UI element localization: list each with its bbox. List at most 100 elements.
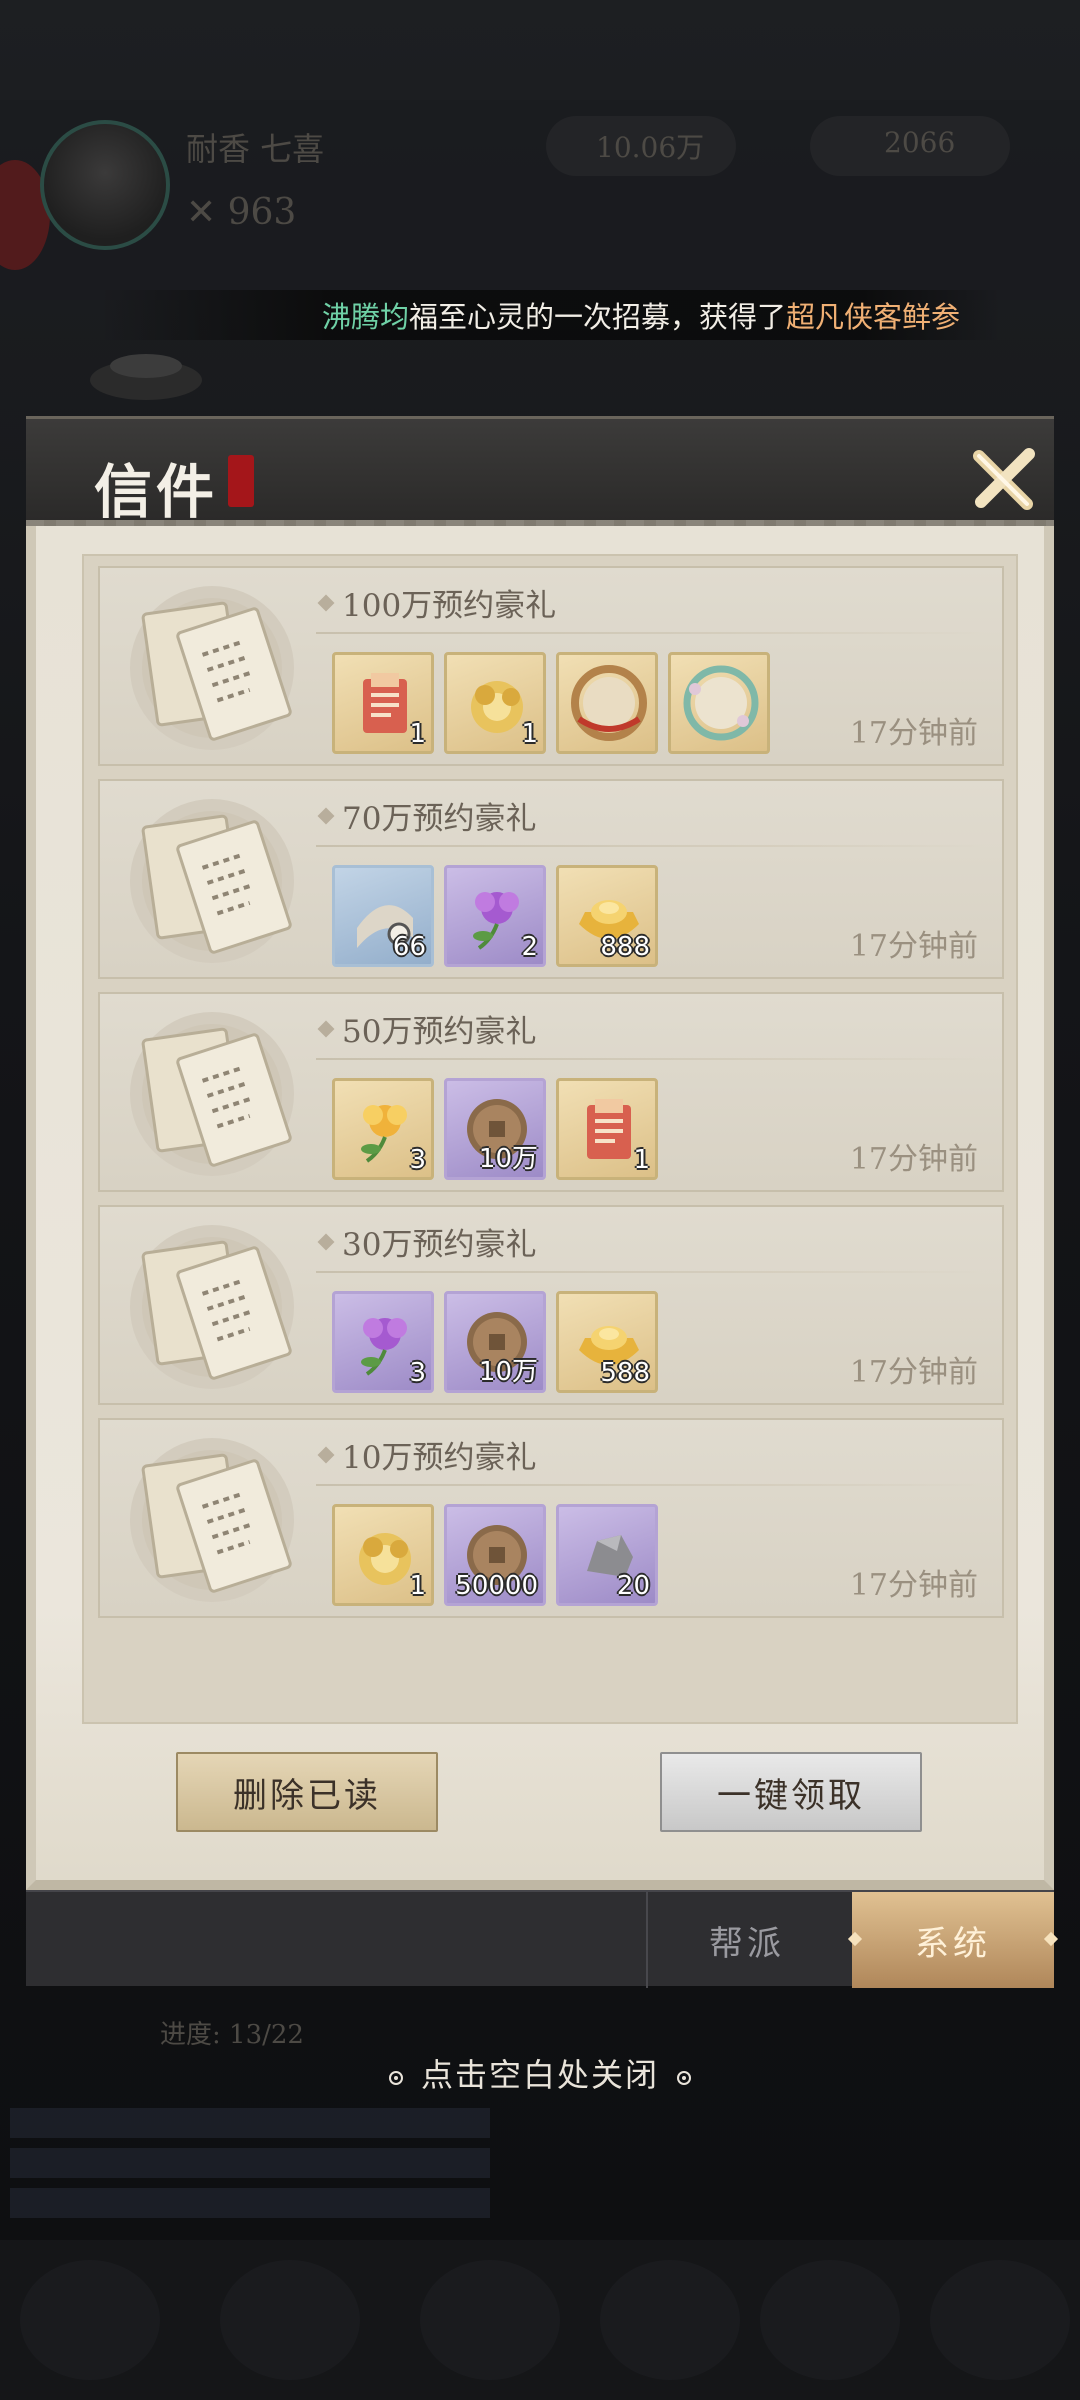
marquee-item-name: 超凡侠客鲜参 [785, 300, 960, 334]
reward-item[interactable]: 1 [444, 652, 546, 754]
player-avatar [40, 120, 170, 250]
mail-title: 70万预约豪礼 [317, 793, 537, 838]
reward-item[interactable]: 3 [332, 1291, 434, 1393]
hint-dot-icon [388, 2070, 403, 2085]
mail-title: 30万预约豪礼 [317, 1219, 537, 1264]
dialog-title: 信件 [94, 458, 219, 526]
player-name-label: 耐香 七喜 [186, 130, 325, 168]
reward-count: 20 [616, 1571, 650, 1601]
tab-system[interactable]: 系统 [852, 1892, 1054, 1988]
reward-item[interactable]: 1 [332, 652, 434, 754]
letter-icon [130, 1438, 294, 1602]
reward-count: 66 [392, 932, 426, 962]
reward-item[interactable]: 66 [332, 865, 434, 967]
mail-item[interactable]: 100万预约豪礼 17分钟前 1 1 [98, 566, 1004, 766]
diamond-bullet-icon [317, 594, 335, 611]
mail-dialog: 信件 100万预约豪礼 17分钟前 1 1 70万预约豪礼 17分钟前 66 2 888 50万预… [26, 354, 1054, 1890]
nav-slot [220, 2260, 360, 2380]
progress-text: 进度: 13/22 [160, 2020, 304, 2050]
reward-count: 3 [409, 1145, 426, 1175]
nav-slot [600, 2260, 740, 2380]
reward-item[interactable] [668, 652, 770, 754]
reward-count: 10万 [478, 1144, 538, 1174]
reward-item[interactable]: 10万 [444, 1291, 546, 1393]
reward-item[interactable]: 888 [556, 865, 658, 967]
mail-time: 17分钟前 [849, 716, 978, 751]
delete-read-button[interactable]: 删除已读 [176, 1752, 438, 1832]
mail-title-text: 30万预约豪礼 [342, 1227, 537, 1263]
nav-slot [760, 2260, 900, 2380]
title-divider [316, 1484, 986, 1486]
diamond-bullet-icon [317, 807, 335, 824]
letter-icon [130, 799, 294, 963]
tap-to-close-hint[interactable]: 点击空白处关闭 [0, 2050, 1080, 2096]
close-hint-text: 点击空白处关闭 [420, 2056, 659, 2094]
currency-value-1: 10.06万 [596, 131, 705, 164]
reward-count: 1 [633, 1145, 650, 1175]
title-divider [316, 1058, 986, 1060]
diamond-bullet-icon [317, 1446, 335, 1463]
mail-item[interactable]: 10万预约豪礼 17分钟前 1 50000 20 [98, 1418, 1004, 1618]
mail-title: 50万预约豪礼 [317, 1006, 537, 1051]
broadcast-marquee: 沸腾均 福至心灵的一次招募，获得了 超凡侠客鲜参 [100, 290, 1000, 340]
reward-item[interactable] [556, 652, 658, 754]
mail-item[interactable]: 70万预约豪礼 17分钟前 66 2 888 [98, 779, 1004, 979]
mail-time: 17分钟前 [849, 1355, 978, 1390]
reward-list: 3 10万 588 [332, 1291, 658, 1393]
reward-count: 10万 [478, 1357, 538, 1387]
reward-count: 1 [409, 719, 426, 749]
reward-item[interactable]: 50000 [444, 1504, 546, 1606]
title-seal-icon [228, 455, 254, 507]
mail-title-text: 100万预约豪礼 [342, 588, 557, 624]
dialog-body: 100万预约豪礼 17分钟前 1 1 70万预约豪礼 17分钟前 66 2 888 50万预约豪礼… [26, 526, 1054, 1890]
mail-title-text: 50万预约豪礼 [342, 1014, 537, 1050]
chat-line [10, 2108, 490, 2138]
mail-time: 17分钟前 [849, 1142, 978, 1177]
reward-count: 3 [409, 1358, 426, 1388]
dialog-header: 信件 [26, 416, 1054, 532]
reward-item[interactable]: 20 [556, 1504, 658, 1606]
reward-item[interactable]: 1 [556, 1078, 658, 1180]
mail-list[interactable]: 100万预约豪礼 17分钟前 1 1 70万预约豪礼 17分钟前 66 2 888 50万预约豪礼… [82, 554, 1018, 1724]
reward-item[interactable]: 2 [444, 865, 546, 967]
reward-item[interactable]: 1 [332, 1504, 434, 1606]
reward-item[interactable]: 10万 [444, 1078, 546, 1180]
title-divider [316, 1271, 986, 1273]
chat-line [10, 2188, 490, 2218]
mail-time: 17分钟前 [849, 929, 978, 964]
claim-all-button[interactable]: 一键领取 [660, 1752, 922, 1832]
mail-title-text: 70万预约豪礼 [342, 801, 537, 837]
hint-dot-icon [677, 2070, 691, 2085]
reward-list: 3 10万 1 [332, 1078, 658, 1180]
title-divider [316, 632, 986, 634]
chat-line [10, 2148, 490, 2178]
reward-list: 1 50000 20 [332, 1504, 658, 1606]
nav-slot [20, 2260, 160, 2380]
mail-title: 100万预约豪礼 [317, 580, 557, 625]
reward-item[interactable]: 3 [332, 1078, 434, 1180]
tab-guild[interactable]: 帮派 [646, 1892, 846, 1988]
reward-count: 2 [521, 932, 538, 962]
mail-item[interactable]: 30万预约豪礼 17分钟前 3 10万 588 [98, 1205, 1004, 1405]
reward-count: 888 [600, 932, 650, 962]
reward-list: 11 [332, 652, 770, 754]
reward-item[interactable]: 588 [556, 1291, 658, 1393]
nav-slot [420, 2260, 560, 2380]
mail-title-text: 10万预约豪礼 [342, 1440, 537, 1476]
diamond-bullet-icon [317, 1233, 335, 1250]
currency-value-2: 2066 [884, 126, 956, 159]
reward-list: 66 2 888 [332, 865, 658, 967]
letter-icon [130, 586, 294, 750]
mail-time: 17分钟前 [849, 1568, 978, 1603]
player-power: ✕ 963 [186, 192, 297, 233]
close-button[interactable] [966, 441, 1042, 517]
reward-count: 588 [600, 1358, 650, 1388]
close-x-icon [973, 448, 1035, 510]
letter-icon [130, 1225, 294, 1389]
mail-title: 10万预约豪礼 [317, 1432, 537, 1477]
reward-count: 1 [409, 1571, 426, 1601]
reward-count: 50000 [455, 1571, 538, 1601]
mail-item[interactable]: 50万预约豪礼 17分钟前 3 10万 1 [98, 992, 1004, 1192]
power-value: 963 [227, 192, 297, 233]
mail-tabbar: 帮派 系统 [26, 1890, 1054, 1988]
